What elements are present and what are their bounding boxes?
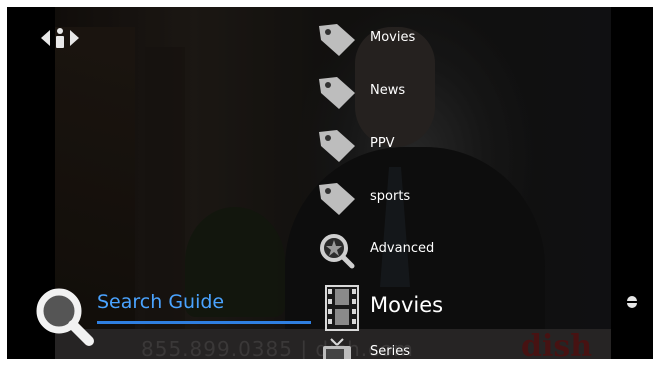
search-guide-button[interactable]: Search Guide	[31, 283, 321, 349]
menu-item-label: sports	[370, 189, 411, 204]
menu-item-label: PPV	[370, 136, 395, 151]
tag-icon	[319, 24, 355, 56]
menu-item-label: Movies	[370, 30, 416, 45]
scroll-up-down-icon[interactable]	[624, 292, 640, 312]
menu-item-movies[interactable]: Movies	[317, 20, 517, 60]
info-nav-icon[interactable]	[41, 27, 79, 49]
search-guide-label: Search Guide	[97, 291, 225, 313]
selected-category-label: Movies	[370, 293, 444, 317]
tv-screen: 855.899.0385 | dish.com dish Movies News…	[7, 7, 653, 359]
menu-item-news[interactable]: News	[317, 73, 517, 113]
search-guide-underline	[97, 321, 311, 324]
tv-icon	[323, 338, 351, 359]
menu-item-advanced[interactable]: Advanced	[317, 231, 517, 271]
menu-item-series[interactable]: Series	[317, 337, 477, 359]
menu-item-ppv[interactable]: PPV	[317, 126, 517, 166]
advanced-search-icon	[320, 234, 355, 269]
magnifier-icon	[36, 288, 94, 346]
tag-icon	[319, 130, 355, 162]
menu-item-sports[interactable]: sports	[317, 179, 517, 219]
menu-item-label: Series	[370, 344, 410, 359]
tag-icon	[319, 183, 355, 215]
menu-item-label: Advanced	[370, 241, 435, 256]
tag-icon	[319, 77, 355, 109]
selected-category-movies[interactable]: Movies	[325, 285, 475, 335]
film-icon	[325, 285, 359, 331]
menu-item-label: News	[370, 83, 406, 98]
